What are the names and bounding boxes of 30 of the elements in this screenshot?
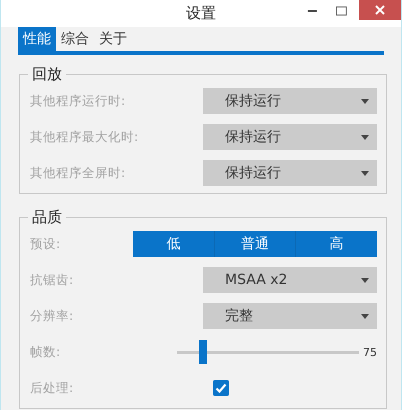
group-title: 回放 xyxy=(31,65,63,83)
slider-value: 75 xyxy=(363,346,377,358)
window-title: 设置 xyxy=(186,4,216,23)
setting-label: 抗锯齿: xyxy=(30,272,74,288)
dropdown[interactable]: 保持运行 xyxy=(203,88,377,114)
tab[interactable]: 关于 xyxy=(94,27,132,51)
dropdown[interactable]: 保持运行 xyxy=(203,124,377,150)
dropdown-arrow-icon xyxy=(361,278,369,282)
tab[interactable]: 综合 xyxy=(56,27,94,51)
setting-label: 其他程序最大化时: xyxy=(30,128,140,146)
setting-label: 其他程序全屏时: xyxy=(30,164,126,182)
minimize-icon[interactable] xyxy=(307,9,318,13)
group-title: 品质 xyxy=(31,208,63,226)
setting-label: 帧数: xyxy=(30,344,62,360)
setting-label: 后处理: xyxy=(30,380,74,396)
dropdown[interactable]: 保持运行 xyxy=(203,160,377,186)
dropdown-arrow-icon xyxy=(361,170,369,176)
setting-label: 其他程序运行时: xyxy=(30,92,126,110)
dropdown-arrow-icon xyxy=(361,134,369,140)
close-button[interactable] xyxy=(358,0,401,20)
maximize-icon[interactable] xyxy=(336,6,347,16)
dropdown[interactable]: 完整 xyxy=(203,303,377,329)
dropdown-arrow-icon xyxy=(361,314,369,318)
checkbox[interactable] xyxy=(213,380,229,396)
setting-label: 分辨率: xyxy=(30,308,74,324)
close-icon xyxy=(374,5,385,15)
tab[interactable]: 性能 xyxy=(18,27,56,51)
dropdown[interactable]: MSAA x2 xyxy=(203,267,377,293)
setting-label: 预设: xyxy=(30,236,62,252)
dropdown-arrow-icon xyxy=(361,98,369,104)
